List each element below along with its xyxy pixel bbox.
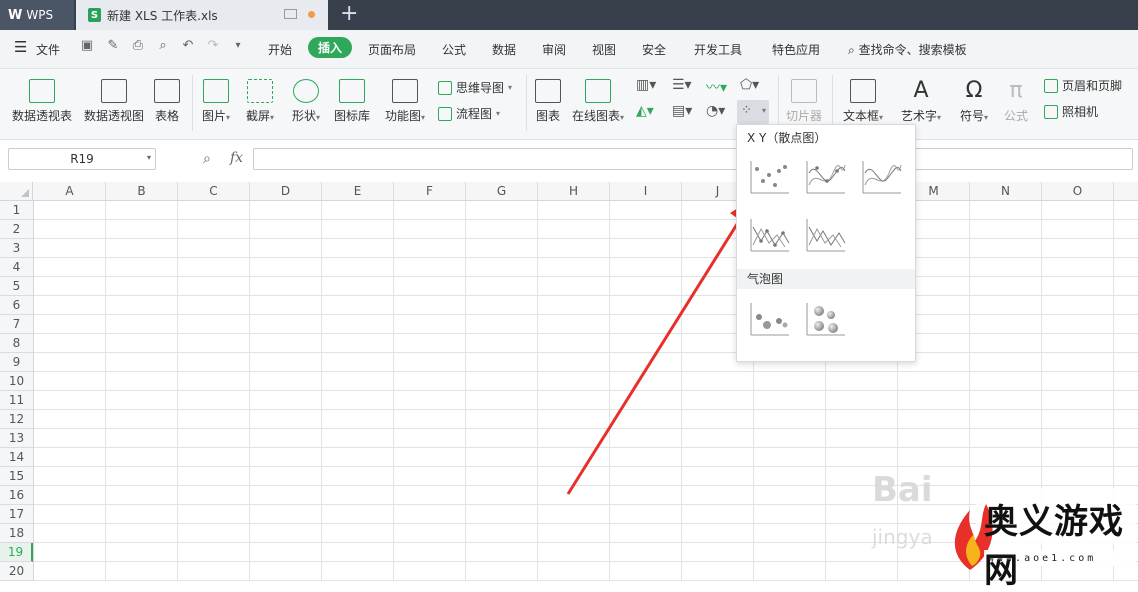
arrow-shaft [566, 212, 746, 495]
xy-scatter-section-title: X Y（散点图） [737, 128, 915, 148]
3d-bubble-chart-option[interactable] [805, 301, 847, 337]
scatter-straight-markers-option[interactable] [749, 217, 791, 253]
bubble-section-title: 气泡图 [737, 269, 915, 289]
site-name-logo-text: 奥义游戏网 [984, 502, 1124, 591]
jingyan-watermark: jingya [872, 525, 933, 549]
scatter-smooth-lines-option[interactable] [861, 159, 903, 195]
scatter-smooth-markers-option[interactable] [805, 159, 847, 195]
baidu-watermark: Bai [872, 470, 933, 510]
site-url-text: www.aoe1.com [988, 553, 1097, 564]
scatter-chart-dropdown: X Y（散点图） 气泡图 [736, 124, 916, 362]
scatter-straight-lines-option[interactable] [805, 217, 847, 253]
bubble-chart-option[interactable] [749, 301, 791, 337]
scatter-markers-only-option[interactable] [749, 159, 791, 195]
